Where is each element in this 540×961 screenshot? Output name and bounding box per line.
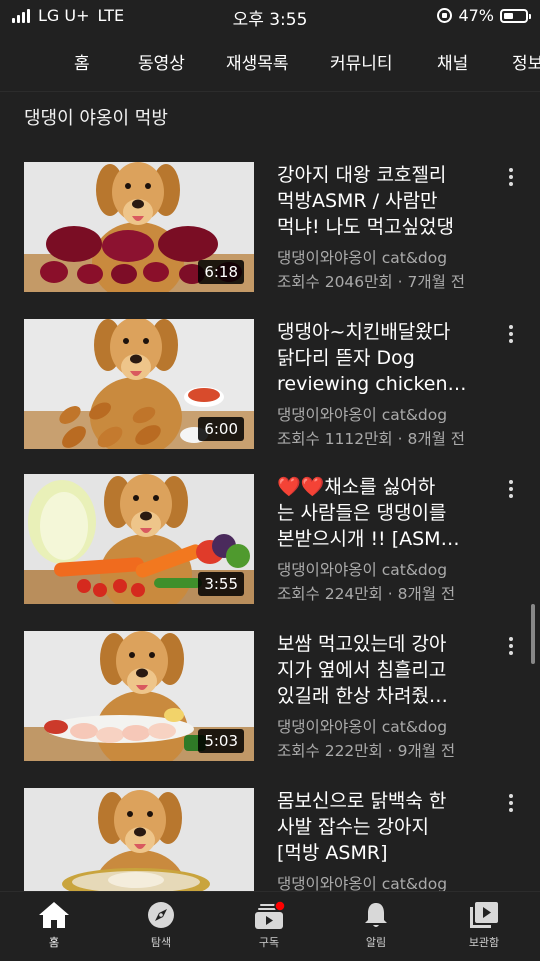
- tab-about[interactable]: 정보: [512, 49, 540, 74]
- tab-home[interactable]: 홈: [74, 49, 90, 74]
- video-item[interactable]: 6:18 강아지 대왕 코호젤리 먹방ASMR / 사람만 먹냐! 나도 먹고싶…: [0, 162, 540, 302]
- nav-library[interactable]: 보관함: [444, 900, 524, 950]
- video-thumbnail[interactable]: 6:18: [24, 162, 254, 292]
- channel-tabs: 홈 동영상 재생목록 커뮤니티 채널 정보: [0, 32, 540, 92]
- video-meta: 조회수 224만회 · 8개월 전: [277, 585, 456, 603]
- video-thumbnail[interactable]: 5:03: [24, 631, 254, 761]
- video-duration: 3:55: [198, 572, 244, 596]
- nav-subscriptions[interactable]: 구독: [229, 900, 309, 950]
- video-channel: 댕댕이와야옹이 cat&dog: [277, 561, 448, 579]
- tab-channels[interactable]: 채널: [437, 49, 468, 74]
- video-meta: 조회수 2046만회 · 7개월 전: [277, 273, 466, 291]
- video-duration: 5:03: [198, 729, 244, 753]
- video-title[interactable]: ❤️❤️채소를 싫어하 는 사람들은 댕댕이를 본받으시개 !! [ASM…: [277, 474, 499, 552]
- more-options-icon[interactable]: [504, 792, 518, 814]
- video-item[interactable]: 6:00 댕댕아~치킨배달왔다 닭다리 뜯자 Dog reviewing chi…: [0, 319, 540, 459]
- video-duration: 6:00: [198, 417, 244, 441]
- video-duration: 6:18: [198, 260, 244, 284]
- more-options-icon[interactable]: [504, 635, 518, 657]
- status-bar-right: 47%: [437, 6, 531, 25]
- more-options-icon[interactable]: [504, 478, 518, 500]
- video-channel: 댕댕이와야옹이 cat&dog: [277, 249, 448, 267]
- rotation-lock-icon: [437, 8, 453, 23]
- bottom-nav: 홈 탐색 구독 알림 보관함: [0, 891, 540, 961]
- tab-playlists[interactable]: 재생목록: [226, 49, 289, 74]
- video-channel: 댕댕이와야옹이 cat&dog: [277, 718, 448, 736]
- nav-home[interactable]: 홈: [14, 900, 94, 950]
- video-meta: 조회수 222만회 · 9개월 전: [277, 742, 456, 760]
- nav-label: 알림: [365, 936, 387, 949]
- nav-notifications[interactable]: 알림: [336, 900, 416, 950]
- nav-explore[interactable]: 탐색: [121, 900, 201, 950]
- scroll-indicator[interactable]: [531, 604, 535, 664]
- tab-videos[interactable]: 동영상: [138, 49, 185, 74]
- video-meta: 조회수 1112만회 · 8개월 전: [277, 430, 466, 448]
- more-options-icon[interactable]: [504, 323, 518, 345]
- home-icon: [39, 902, 69, 928]
- nav-label: 탐색: [150, 936, 172, 949]
- more-options-icon[interactable]: [504, 166, 518, 188]
- video-title[interactable]: 몸보신으로 닭백숙 한 사발 잡수는 강아지 [먹방 ASMR]: [277, 788, 499, 866]
- status-bar: LG U+ LTE 오후 3:55 47%: [0, 0, 540, 32]
- battery-percent: 47%: [458, 6, 494, 25]
- video-thumbnail[interactable]: 6:00: [24, 319, 254, 449]
- video-item[interactable]: 5:03 보쌈 먹고있는데 강아 지가 옆에서 침흘리고 있길래 한상 차려줬……: [0, 631, 540, 771]
- subscriptions-icon: [255, 900, 286, 929]
- bell-icon: [365, 903, 387, 927]
- tab-community[interactable]: 커뮤니티: [330, 49, 393, 74]
- nav-label: 보관함: [468, 936, 500, 949]
- video-item[interactable]: 3:55 ❤️❤️채소를 싫어하 는 사람들은 댕댕이를 본받으시개 !! [A…: [0, 474, 540, 614]
- video-channel: 댕댕이와야옹이 cat&dog: [277, 406, 448, 424]
- video-title[interactable]: 댕댕아~치킨배달왔다 닭다리 뜯자 Dog reviewing chicken…: [277, 319, 499, 397]
- video-thumbnail[interactable]: 3:55: [24, 474, 254, 604]
- nav-label: 홈: [48, 936, 60, 949]
- video-title[interactable]: 보쌈 먹고있는데 강아 지가 옆에서 침흘리고 있길래 한상 차려줬…: [277, 631, 499, 709]
- library-icon: [470, 902, 498, 928]
- video-title[interactable]: 강아지 대왕 코호젤리 먹방ASMR / 사람만 먹냐! 나도 먹고싶었댕: [277, 162, 499, 240]
- nav-label: 구독: [258, 936, 280, 949]
- battery-icon: [500, 8, 531, 23]
- section-title[interactable]: 댕댕이 야옹이 먹방: [24, 104, 168, 130]
- compass-icon: [148, 902, 174, 928]
